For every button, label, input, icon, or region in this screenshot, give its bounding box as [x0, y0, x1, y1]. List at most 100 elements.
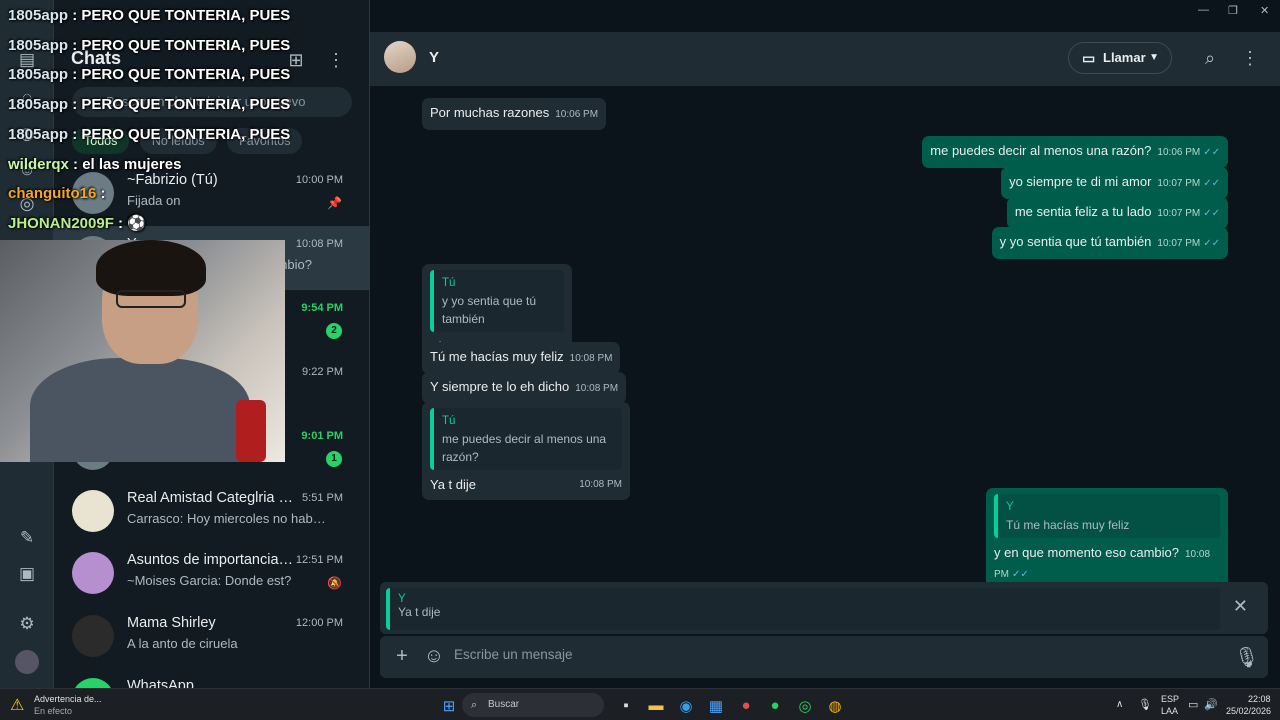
message-text: Ya t dije — [430, 477, 477, 492]
message-time: 10:08 PM — [579, 479, 622, 490]
menu-icon[interactable]: ⋮ — [1238, 46, 1262, 70]
video-call-icon: ▭ — [1082, 50, 1096, 66]
message-time: 10:08 PM — [575, 383, 619, 394]
read-ticks-icon: ✓✓ — [1203, 238, 1220, 249]
quote-author: Tú — [442, 415, 456, 427]
media-icon[interactable]: ▣ — [15, 562, 39, 586]
search-icon[interactable]: ⌕ — [1198, 46, 1222, 70]
language-bottom[interactable]: LAA — [1161, 706, 1178, 716]
stream-chat-line: changuito16 : — [8, 185, 106, 202]
network-icon[interactable]: ▭ — [1188, 698, 1198, 711]
reply-text: Ya t dije — [398, 605, 441, 619]
avatar — [72, 490, 114, 532]
spotify-icon[interactable]: ● — [765, 697, 785, 714]
message-incoming[interactable]: Y siempre te lo eh dicho 10:08 PM — [422, 372, 627, 404]
message-text: me puedes decir al menos una razón? — [930, 143, 1152, 158]
mute-icon: 🔕 — [327, 576, 342, 590]
clock-date[interactable]: 25/02/2026 — [1226, 706, 1271, 716]
settings-icon[interactable]: ⚙ — [15, 612, 39, 636]
minimize-button[interactable]: — — [1198, 4, 1209, 16]
message-text: yo siempre te di mi amor — [1009, 174, 1152, 189]
chat-row[interactable]: Asuntos de importancias... ~Moises Garci… — [54, 542, 369, 606]
chat-time: 10:00 PM — [295, 174, 343, 186]
menu-icon[interactable]: ⋮ — [324, 48, 348, 72]
message-outgoing-reply[interactable]: Y Tú me hacías muy feliz y en que moment… — [986, 488, 1228, 590]
chat-time: 12:00 PM — [295, 617, 343, 629]
whatsapp-window: ▤ ◌ ◍ ☺ ◎ ✎ ▣ ⚙ Chats ⊞ ⋮ Buscar un chat… — [0, 0, 1280, 688]
taskbar-search[interactable]: ⌕ Buscar — [462, 693, 604, 717]
notification-title[interactable]: Advertencia de... — [34, 694, 102, 704]
stream-chat-line: 1805app : PERO QUE TONTERIA, PUES — [8, 96, 291, 113]
quoted-message[interactable]: Tú y yo sentia que tú también — [430, 270, 564, 332]
attach-icon[interactable]: + — [390, 645, 414, 668]
message-input[interactable]: Escribe un mensaje — [454, 647, 573, 662]
app-icon[interactable]: ● — [736, 697, 756, 714]
chat-time: 9:01 PM — [301, 430, 343, 442]
message-composer: + ☺ Escribe un mensaje 🎙 — [380, 636, 1268, 678]
close-window-button[interactable]: ✕ — [1260, 4, 1269, 17]
search-icon: ⌕ — [471, 699, 478, 711]
task-view-icon[interactable]: ▪ — [616, 697, 636, 714]
chat-preview: Carrasco: Hoy miercoles no habrá entr... — [127, 511, 327, 526]
whatsapp-icon[interactable]: ◎ — [795, 697, 815, 715]
message-incoming[interactable]: Por muchas razones 10:06 PM — [422, 98, 607, 130]
message-outgoing[interactable]: y yo sentia que tú también 10:07 PM ✓✓ — [991, 227, 1228, 259]
reply-author: Y — [398, 593, 406, 605]
message-outgoing[interactable]: me puedes decir al menos una razón? 10:06… — [922, 136, 1228, 168]
start-icon[interactable]: ⊞ — [439, 697, 459, 715]
language-top[interactable]: ESP — [1161, 694, 1179, 704]
message-list: Por muchas razones 10:06 PM me puedes dec… — [370, 86, 1280, 590]
chat-name: Real Amistad Categlria 200... — [127, 490, 297, 506]
microphone-icon[interactable]: 🎙 — [1234, 645, 1259, 670]
chat-row[interactable]: WhatsApp — [54, 668, 369, 688]
avatar — [72, 615, 114, 657]
message-text: me sentia feliz a tu lado — [1014, 204, 1152, 219]
message-text: Tú me hacías muy feliz — [430, 349, 564, 364]
microphone-icon[interactable]: 🎙 — [1138, 698, 1152, 711]
edge-icon[interactable]: ◉ — [676, 697, 696, 715]
stream-chat-line: 1805app : PERO QUE TONTERIA, PUES — [8, 66, 291, 83]
chat-row[interactable]: Mama Shirley A la anto de ciruela 12:00 … — [54, 605, 369, 669]
contact-avatar[interactable] — [384, 41, 416, 73]
chat-row[interactable]: Real Amistad Categlria 200... Carrasco: … — [54, 480, 369, 544]
contact-name[interactable]: Y — [429, 49, 439, 66]
starred-icon[interactable]: ✎ — [15, 526, 39, 550]
conversation-panel: — ❐ ✕ Y ▭ Llamar ▼ ⌕ ⋮ Por muchas razone… — [370, 0, 1280, 688]
windows-taskbar: ⚠ Advertencia de... En efecto ⊞ ⌕ Buscar… — [0, 688, 1280, 720]
quote-text: me puedes decir al menos una razón? — [442, 432, 607, 464]
warning-icon: ⚠ — [10, 697, 25, 714]
stream-chat-line: wilderqx : el las mujeres — [8, 156, 182, 173]
chat-preview: Fijada on — [127, 193, 181, 208]
store-icon[interactable]: ▦ — [706, 697, 726, 715]
chrome-icon[interactable]: ◍ — [825, 697, 845, 715]
quoted-message[interactable]: Tú me puedes decir al menos una razón? — [430, 408, 622, 470]
quote-author: Tú — [442, 277, 456, 289]
message-incoming-reply[interactable]: Tú me puedes decir al menos una razón? Y… — [422, 402, 630, 500]
message-time: 10:08 PM — [569, 353, 613, 364]
file-explorer-icon[interactable]: ▬ — [646, 697, 666, 714]
chat-name: Mama Shirley — [127, 615, 216, 631]
emoji-icon[interactable]: ☺ — [422, 645, 446, 668]
close-icon[interactable]: ✕ — [1233, 596, 1248, 617]
message-incoming[interactable]: Tú me hacías muy feliz 10:08 PM — [422, 342, 621, 374]
chat-preview: A la anto de ciruela — [127, 636, 238, 651]
call-label: Llamar — [1103, 50, 1146, 65]
message-text: y en que momento eso cambio? — [994, 545, 1179, 560]
message-outgoing[interactable]: me sentia feliz a tu lado 10:07 PM ✓✓ — [1006, 197, 1228, 229]
chevron-up-icon[interactable]: ∧ — [1116, 699, 1123, 710]
clock-time[interactable]: 22:08 — [1248, 694, 1271, 704]
maximize-button[interactable]: ❐ — [1228, 4, 1238, 17]
webcam-overlay — [0, 240, 285, 462]
volume-icon[interactable]: 🔊 — [1204, 698, 1218, 711]
quote-text: y yo sentia que tú también — [442, 294, 537, 326]
chat-name: Asuntos de importancias... — [127, 552, 297, 568]
message-outgoing[interactable]: yo siempre te di mi amor 10:07 PM ✓✓ — [1001, 167, 1228, 199]
chat-time: 9:22 PM — [302, 366, 343, 378]
chevron-down-icon: ▼ — [1149, 52, 1159, 63]
profile-icon[interactable] — [15, 650, 39, 674]
quoted-message[interactable]: Y Tú me hacías muy feliz — [994, 494, 1220, 538]
read-ticks-icon: ✓✓ — [1203, 208, 1220, 219]
call-button[interactable]: ▭ Llamar ▼ — [1068, 42, 1172, 74]
read-ticks-icon: ✓✓ — [1203, 147, 1220, 158]
reply-preview[interactable]: Y Ya t dije — [386, 588, 1220, 630]
